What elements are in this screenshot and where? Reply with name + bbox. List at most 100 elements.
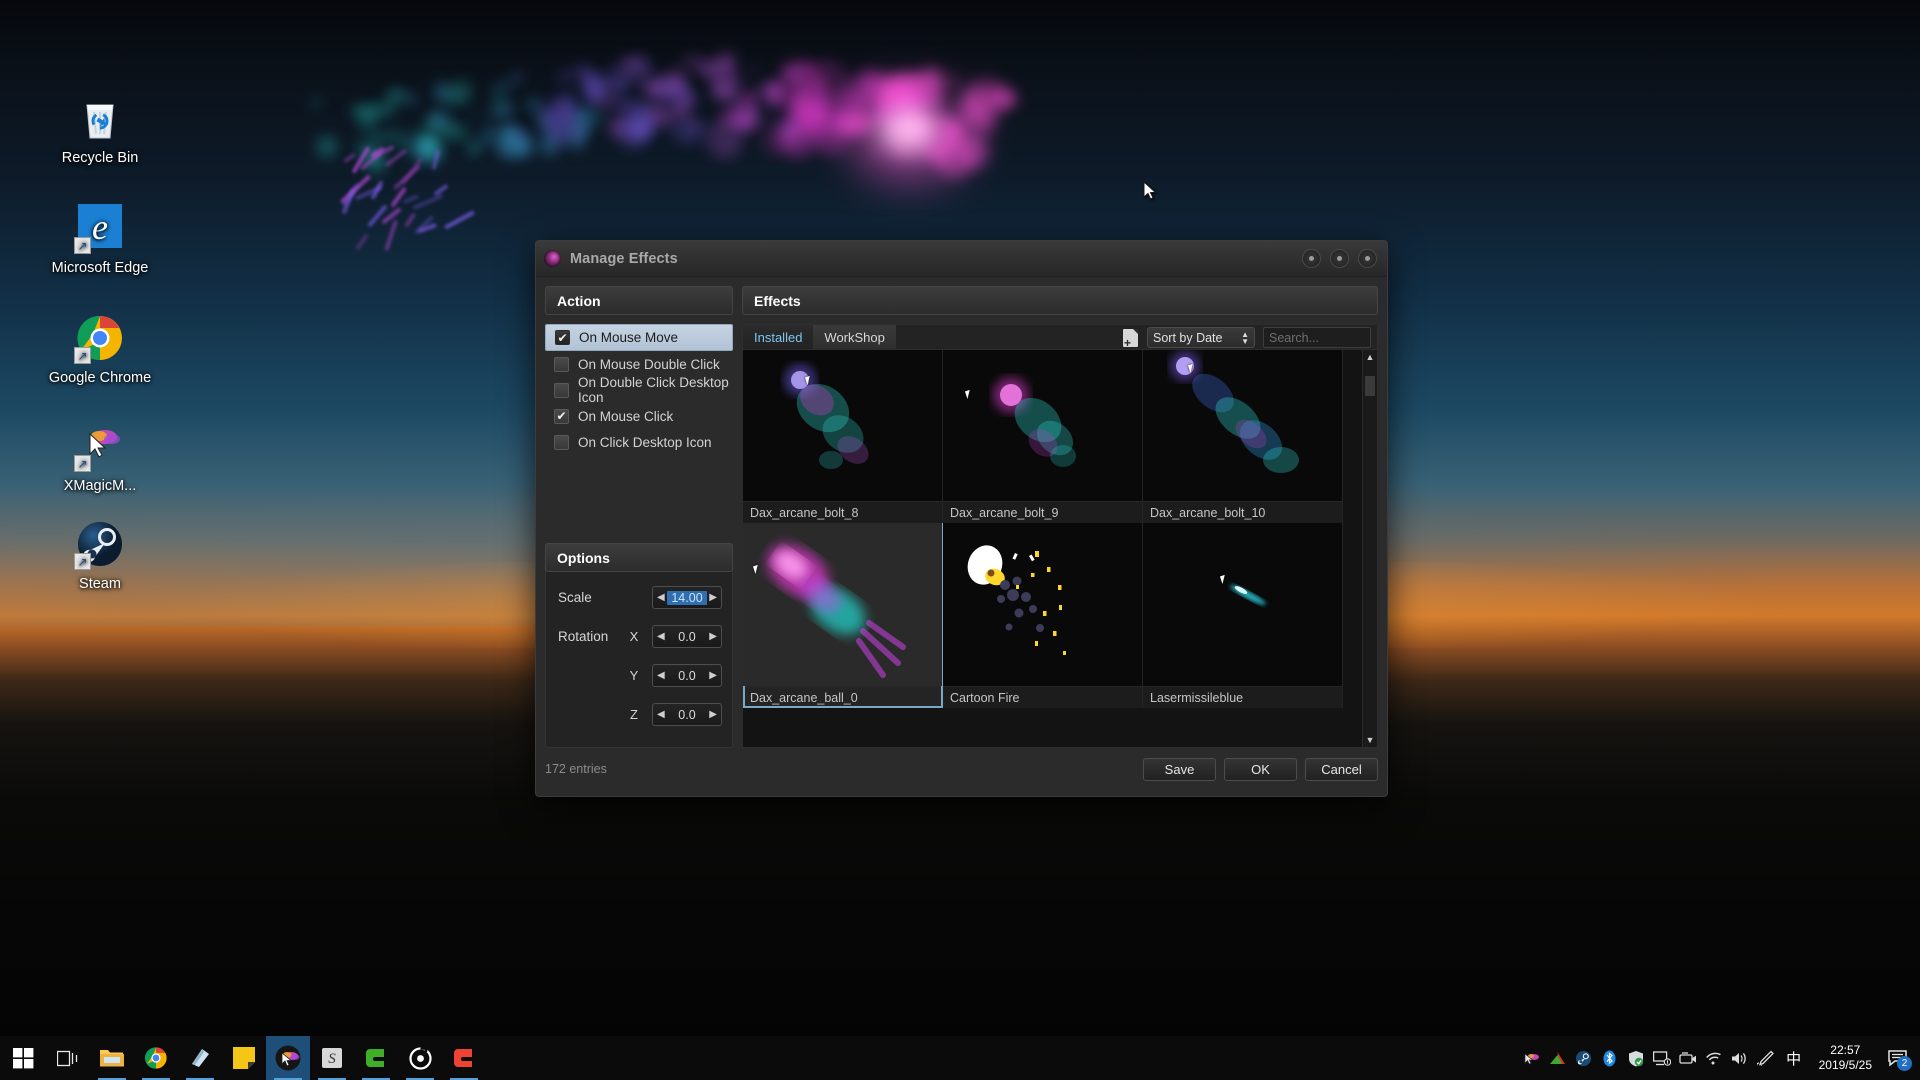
tab-workshop[interactable]: WorkShop (813, 325, 897, 350)
scale-stepper[interactable]: ◀ 14.00 ▶ (652, 586, 722, 609)
maximize-button[interactable] (1330, 249, 1349, 268)
desktop-icon-steam[interactable]: ↗ Steam (48, 518, 152, 593)
dialog-action-buttons: Save OK Cancel (1143, 757, 1378, 781)
effect-thumbnail[interactable] (1143, 350, 1342, 501)
desktop-icon-xmagicmouse[interactable]: ↗ XMagicM... (48, 420, 152, 495)
manage-effects-dialog[interactable]: Manage Effects Action On Mouse Move On M… (535, 240, 1388, 797)
effect-thumbnail[interactable] (943, 523, 1142, 686)
action-item-on-click-desktop-icon[interactable]: On Click Desktop Icon (545, 429, 733, 455)
rotation-x-value[interactable]: 0.0 (678, 630, 695, 644)
stepper-increment-icon[interactable]: ▶ (709, 709, 717, 720)
action-panel: Action On Mouse Move On Mouse Double Cli… (545, 286, 733, 499)
c-app-icon[interactable] (442, 1036, 486, 1080)
task-view-icon[interactable] (46, 1036, 90, 1080)
google-chrome-icon[interactable] (134, 1036, 178, 1080)
option-row-rotation-z: Z ◀ 0.0 ▶ (546, 701, 732, 728)
stepper-increment-icon[interactable]: ▶ (709, 631, 717, 642)
display-tray-icon[interactable] (1649, 1036, 1675, 1080)
rotation-y-stepper[interactable]: ◀ 0.0 ▶ (652, 664, 722, 687)
windows-defender-tray-icon[interactable] (1623, 1036, 1649, 1080)
xmagicmouse-icon[interactable] (266, 1036, 310, 1080)
rotation-y-value[interactable]: 0.0 (678, 669, 695, 683)
effect-cell-cartoon-fire[interactable]: Cartoon Fire (943, 523, 1143, 708)
effect-cell-lasermissileblue[interactable]: Lasermissileblue (1143, 523, 1343, 708)
stepper-decrement-icon[interactable]: ◀ (657, 631, 665, 642)
scale-value[interactable]: 14.00 (667, 590, 707, 605)
rotation-x-stepper[interactable]: ◀ 0.0 ▶ (652, 625, 722, 648)
effect-cell-dax-arcane-bolt-8[interactable]: Dax_arcane_bolt_8 (743, 350, 943, 523)
volume-tray-icon[interactable] (1727, 1036, 1753, 1080)
effect-thumbnail[interactable] (943, 350, 1142, 501)
system-tray[interactable]: 中 22:57 2019/5/25 2 (1519, 1036, 1920, 1080)
scroll-up-arrow-icon[interactable]: ▲ (1363, 350, 1377, 364)
scrollbar-thumb[interactable] (1365, 376, 1375, 396)
effects-grid-scrollbar[interactable]: ▲ ▼ (1362, 350, 1377, 747)
stepper-decrement-icon[interactable]: ◀ (657, 592, 665, 603)
effect-thumbnail[interactable] (1143, 523, 1342, 686)
action-item-on-mouse-double-click[interactable]: On Mouse Double Click (545, 351, 733, 377)
search-input[interactable] (1269, 330, 1387, 345)
microsoft-edge-icon[interactable] (178, 1036, 222, 1080)
effect-thumbnail[interactable] (743, 523, 942, 686)
spinner-updown-icon[interactable]: ▲ ▼ (1241, 330, 1249, 345)
rotation-z-stepper[interactable]: ◀ 0.0 ▶ (652, 703, 722, 726)
xmagicmouse-tray-icon[interactable] (1519, 1036, 1545, 1080)
checkbox-icon[interactable] (554, 434, 569, 450)
action-item-on-mouse-move[interactable]: On Mouse Move (545, 324, 733, 351)
cheat-engine-icon[interactable] (354, 1036, 398, 1080)
checkbox-icon[interactable] (554, 356, 569, 372)
rotation-z-value[interactable]: 0.0 (678, 708, 695, 722)
stepper-decrement-icon[interactable]: ◀ (657, 709, 665, 720)
bluetooth-tray-icon[interactable] (1597, 1036, 1623, 1080)
close-button[interactable] (1358, 249, 1377, 268)
effect-thumbnail[interactable] (743, 350, 942, 501)
pen-tray-icon[interactable] (1753, 1036, 1779, 1080)
minimize-button[interactable] (1302, 249, 1321, 268)
add-file-icon[interactable] (1123, 328, 1138, 349)
target-app-icon[interactable] (398, 1036, 442, 1080)
tab-installed[interactable]: Installed (743, 325, 814, 350)
desktop-icon-recycle-bin[interactable]: Recycle Bin (48, 92, 152, 167)
file-explorer-icon[interactable] (90, 1036, 134, 1080)
action-center-icon[interactable]: 2 (1882, 1036, 1914, 1080)
dialog-titlebar[interactable]: Manage Effects (536, 241, 1387, 277)
notification-badge: 2 (1897, 1056, 1912, 1071)
options-panel: Options Scale ◀ 14.00 ▶ Rotation X ◀ 0.0… (545, 543, 733, 748)
steam-tray-icon[interactable] (1571, 1036, 1597, 1080)
stepper-decrement-icon[interactable]: ◀ (657, 670, 665, 681)
sort-dropdown[interactable]: Sort by Date ▲ ▼ (1147, 327, 1255, 348)
search-box[interactable] (1263, 327, 1387, 348)
effect-cell-dax-arcane-bolt-10[interactable]: Dax_arcane_bolt_10 (1143, 350, 1343, 523)
steam-icon: ↗ (74, 518, 126, 570)
scroll-down-arrow-icon[interactable]: ▼ (1363, 733, 1377, 747)
action-checkbox-list[interactable]: On Mouse Move On Mouse Double Click On D… (545, 324, 733, 455)
taskbar[interactable]: S 中 22:57 2019/5/25 2 (0, 1036, 1920, 1080)
stepper-increment-icon[interactable]: ▶ (709, 670, 717, 681)
sticky-notes-icon[interactable] (222, 1036, 266, 1080)
action-item-on-double-click-desktop-icon[interactable]: On Double Click Desktop Icon (545, 375, 733, 405)
sublime-text-icon[interactable]: S (310, 1036, 354, 1080)
effect-cell-dax-arcane-bolt-9[interactable]: Dax_arcane_bolt_9 (943, 350, 1143, 523)
arcane-ball-art (767, 544, 906, 678)
effects-grid[interactable]: Dax_arcane_bolt_8 Dax_arcane_bolt_9 Dax_… (743, 350, 1362, 747)
ok-button[interactable]: OK (1224, 757, 1297, 781)
ime-chinese-tray-icon[interactable]: 中 (1779, 1036, 1809, 1080)
window-controls[interactable] (1302, 249, 1377, 268)
amd-tray-icon[interactable] (1545, 1036, 1571, 1080)
taskbar-clock[interactable]: 22:57 2019/5/25 (1809, 1036, 1882, 1080)
windows-start-icon[interactable] (0, 1036, 46, 1080)
action-item-on-mouse-click[interactable]: On Mouse Click (545, 403, 733, 429)
checkbox-icon[interactable] (554, 408, 569, 424)
checkbox-icon[interactable] (555, 330, 570, 345)
wifi-tray-icon[interactable] (1701, 1036, 1727, 1080)
desktop-icon-google-chrome[interactable]: ↗ Google Chrome (48, 312, 152, 387)
desktop-icon-microsoft-edge[interactable]: e ↗ Microsoft Edge (48, 202, 152, 277)
checkbox-icon[interactable] (554, 382, 569, 398)
save-button[interactable]: Save (1143, 757, 1216, 781)
arcane-bolt-art (993, 377, 1076, 467)
cancel-button[interactable]: Cancel (1305, 757, 1378, 781)
camera-tray-icon[interactable] (1675, 1036, 1701, 1080)
stepper-increment-icon[interactable]: ▶ (709, 592, 717, 603)
effects-grid-container[interactable]: Dax_arcane_bolt_8 Dax_arcane_bolt_9 Dax_… (742, 349, 1378, 748)
effect-cell-dax-arcane-ball-0[interactable]: Dax_arcane_ball_0 (743, 523, 943, 708)
